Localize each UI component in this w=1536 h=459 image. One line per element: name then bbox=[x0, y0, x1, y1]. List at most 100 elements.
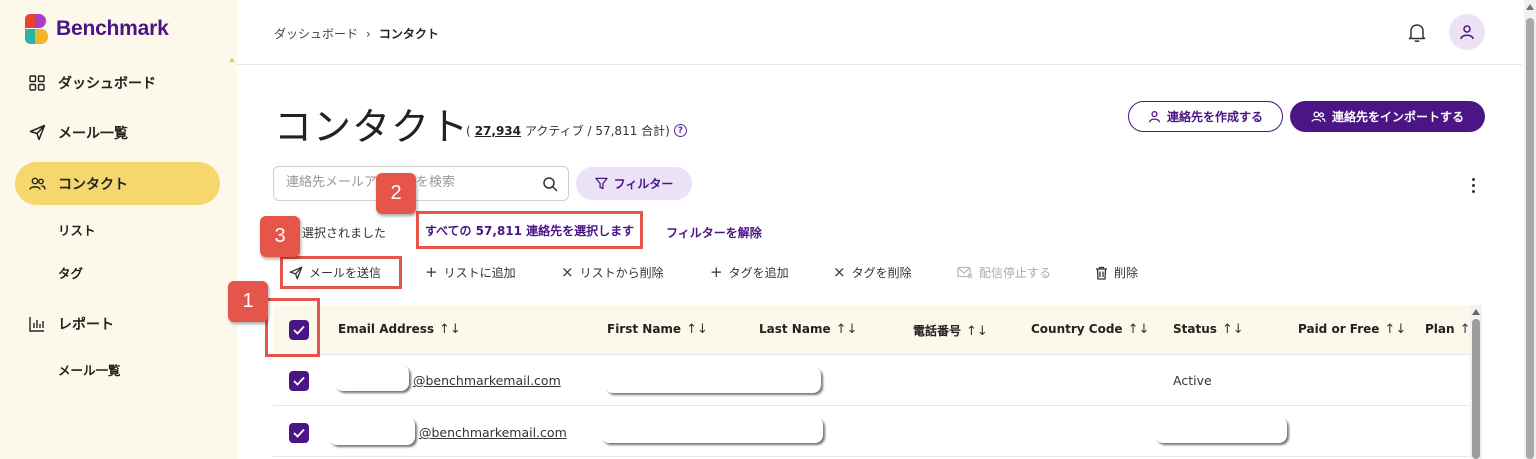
sidebar-item-label: メール一覧 bbox=[58, 125, 128, 142]
table-scrollbar-thumb[interactable] bbox=[1472, 319, 1480, 459]
table-row[interactable]: @benchmarkemail.com bbox=[273, 406, 1471, 457]
sort-icon: ↑ bbox=[1459, 322, 1471, 337]
search-box bbox=[273, 166, 569, 201]
redacted-block bbox=[601, 417, 823, 443]
grid-icon bbox=[28, 74, 46, 92]
breadcrumb-separator-icon: › bbox=[366, 26, 371, 41]
step-badge-2: 2 bbox=[376, 173, 416, 214]
help-icon[interactable]: ? bbox=[673, 124, 687, 137]
delete-label: 削除 bbox=[1114, 266, 1139, 280]
redacted-block bbox=[335, 365, 409, 391]
column-email[interactable]: Email Address ↑↓ bbox=[338, 322, 461, 337]
redacted-block bbox=[605, 367, 821, 393]
delete-button[interactable]: 削除 bbox=[1095, 264, 1138, 281]
sidebar-subitem-email-reports[interactable]: メール一覧 bbox=[58, 360, 121, 379]
column-status[interactable]: Status ↑↓ bbox=[1173, 322, 1244, 337]
contacts-table: Email Address ↑↓ First Name ↑↓ Last Name ↑↓… bbox=[273, 305, 1471, 459]
redacted-block bbox=[1155, 417, 1287, 443]
row-checkbox[interactable] bbox=[289, 371, 309, 391]
email-link[interactable]: @benchmarkemail.com bbox=[419, 425, 567, 440]
add-to-list-label: リストに追加 bbox=[443, 266, 516, 280]
column-paid-or-free[interactable]: Paid or Free ↑↓ bbox=[1298, 322, 1406, 337]
add-tag-button[interactable]: + タグを追加 bbox=[710, 264, 789, 281]
breadcrumb: ダッシュボード › コンタクト bbox=[274, 25, 439, 42]
active-count-link[interactable]: 27,934 bbox=[475, 124, 521, 138]
row-checkbox[interactable] bbox=[289, 423, 309, 443]
clear-filter-link[interactable]: フィルターを解除 bbox=[666, 224, 762, 241]
users-icon bbox=[28, 175, 46, 193]
sidebar-item-reports[interactable]: レポート bbox=[15, 302, 220, 345]
sidebar-item-contacts[interactable]: コンタクト bbox=[15, 162, 220, 205]
more-options-icon[interactable] bbox=[1467, 178, 1479, 196]
status-cell: Active bbox=[1173, 373, 1212, 388]
bell-icon[interactable] bbox=[1405, 20, 1429, 44]
user-icon bbox=[1460, 25, 1474, 40]
table-scrollbar[interactable] bbox=[1470, 305, 1482, 459]
sort-icon: ↑↓ bbox=[439, 322, 461, 337]
plus-icon: + bbox=[425, 263, 438, 281]
count-open-paren: ( bbox=[466, 123, 471, 138]
selected-status-text: 選択されました bbox=[302, 226, 387, 240]
count-summary: アクティブ / 57,811 合計) bbox=[525, 124, 670, 138]
close-icon: × bbox=[561, 263, 574, 281]
sort-icon: ↑↓ bbox=[686, 322, 708, 337]
sidebar: Benchmark ダッシュボード メール一覧 コンタクト リスト タグ レポー… bbox=[0, 0, 237, 459]
column-country-code[interactable]: Country Code ↑↓ bbox=[1031, 322, 1149, 337]
remove-from-list-button[interactable]: × リストから削除 bbox=[561, 264, 664, 281]
scroll-up-arrow-icon[interactable] bbox=[1472, 309, 1480, 315]
sidebar-collapse-caret-icon[interactable] bbox=[229, 58, 235, 62]
column-first-name[interactable]: First Name ↑↓ bbox=[607, 322, 708, 337]
email-link[interactable]: @benchmarkemail.com bbox=[413, 373, 561, 388]
contact-count: ( 27,934 アクティブ / 57,811 合計) ? bbox=[466, 122, 687, 139]
import-contacts-button[interactable]: 連絡先をインポートする bbox=[1290, 101, 1485, 132]
create-contact-button[interactable]: 連絡先を作成する bbox=[1128, 101, 1283, 132]
close-icon: × bbox=[833, 263, 846, 281]
remove-from-list-label: リストから削除 bbox=[579, 266, 664, 280]
unsubscribe-button: 配信停止する bbox=[957, 264, 1051, 281]
breadcrumb-dashboard[interactable]: ダッシュボード bbox=[274, 25, 358, 42]
remove-tag-label: タグを削除 bbox=[851, 266, 912, 280]
brand-name: Benchmark bbox=[56, 17, 169, 40]
send-email-label: メールを送信 bbox=[309, 266, 382, 280]
user-icon bbox=[1148, 110, 1161, 123]
logo[interactable]: Benchmark bbox=[25, 14, 169, 44]
scroll-up-arrow-icon[interactable] bbox=[1526, 4, 1534, 10]
send-icon bbox=[28, 124, 46, 142]
sidebar-item-label: レポート bbox=[58, 316, 114, 333]
plus-icon: + bbox=[710, 263, 723, 281]
mail-off-icon bbox=[957, 266, 973, 279]
sort-icon: ↑↓ bbox=[1221, 322, 1244, 337]
sort-icon: ↑↓ bbox=[835, 322, 858, 337]
search-icon[interactable] bbox=[542, 176, 558, 192]
column-phone[interactable]: 電話番号 ↑↓ bbox=[913, 322, 988, 339]
send-icon bbox=[289, 266, 303, 279]
select-all-contacts-link[interactable]: すべての 57,811 連絡先を選択します bbox=[416, 211, 643, 249]
unsubscribe-label: 配信停止する bbox=[979, 266, 1052, 280]
page-scrollbar-thumb[interactable] bbox=[1526, 18, 1534, 459]
sidebar-subitem-tags[interactable]: タグ bbox=[58, 263, 83, 282]
send-email-button[interactable]: メールを送信 bbox=[289, 264, 381, 281]
filter-button[interactable]: フィルター bbox=[576, 167, 692, 200]
page-title: コンタクト bbox=[274, 105, 470, 149]
sort-icon: ↑↓ bbox=[1384, 322, 1407, 337]
benchmark-logo-icon bbox=[25, 14, 49, 44]
app: Benchmark ダッシュボード メール一覧 コンタクト リスト タグ レポー… bbox=[0, 0, 1536, 459]
sidebar-subitem-lists[interactable]: リスト bbox=[58, 220, 96, 239]
users-icon bbox=[1311, 110, 1326, 122]
add-to-list-button[interactable]: + リストに追加 bbox=[425, 264, 516, 281]
sidebar-item-label: ダッシュボード bbox=[58, 75, 156, 92]
add-tag-label: タグを追加 bbox=[728, 266, 789, 280]
page-scrollbar[interactable] bbox=[1524, 0, 1536, 459]
import-contacts-label: 連絡先をインポートする bbox=[1331, 110, 1464, 124]
check-icon bbox=[293, 376, 305, 386]
avatar[interactable] bbox=[1449, 14, 1485, 50]
check-icon bbox=[293, 428, 305, 438]
table-row[interactable]: @benchmarkemail.com Active bbox=[273, 355, 1471, 406]
sidebar-item-emails[interactable]: メール一覧 bbox=[15, 111, 220, 154]
column-last-name[interactable]: Last Name ↑↓ bbox=[759, 322, 857, 337]
sidebar-item-dashboard[interactable]: ダッシュボード bbox=[15, 61, 220, 104]
create-contact-label: 連絡先を作成する bbox=[1166, 110, 1263, 124]
checkbox-highlight bbox=[265, 298, 320, 357]
remove-tag-button[interactable]: × タグを削除 bbox=[833, 264, 912, 281]
column-plan[interactable]: Plan ↑ bbox=[1425, 322, 1470, 337]
